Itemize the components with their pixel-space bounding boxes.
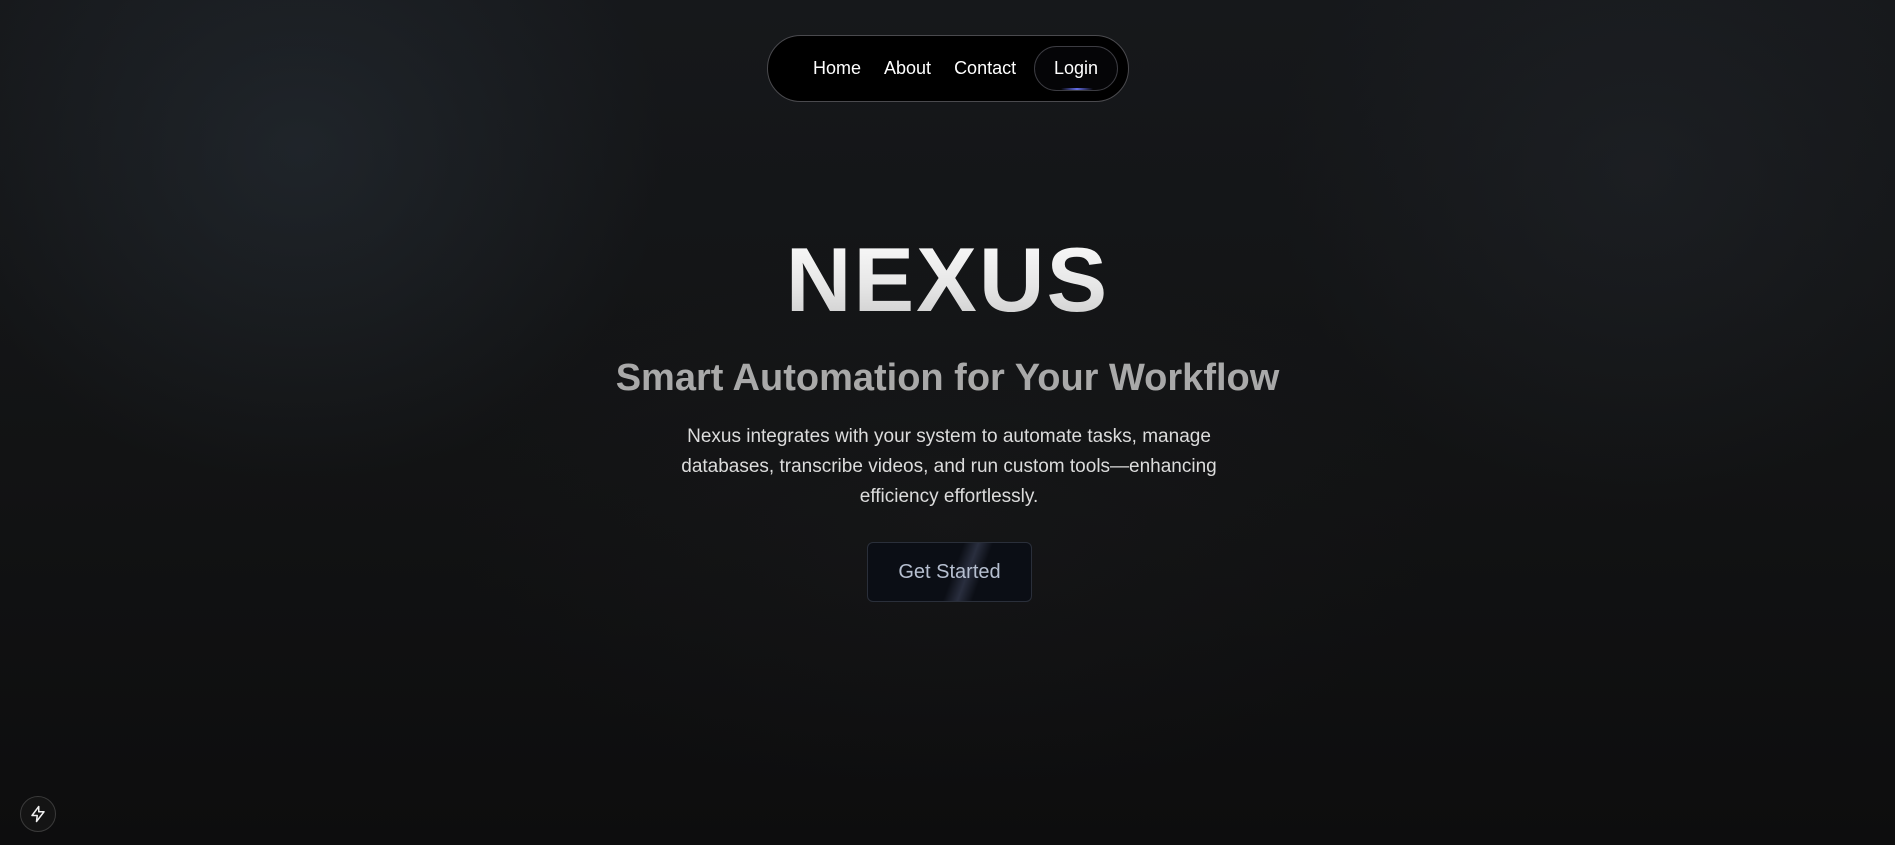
hero-title: NEXUS [0,226,1895,336]
get-started-button-label: Get Started [898,560,1001,583]
get-started-button[interactable]: Get Started [867,542,1032,602]
login-button[interactable]: Login [1034,46,1118,91]
nav-link-contact[interactable]: Contact [954,58,1016,79]
bottom-left-badge[interactable] [20,796,56,832]
nav-link-about[interactable]: About [884,58,931,79]
nav-link-home[interactable]: Home [813,58,861,79]
top-navbar: Home About Contact Login [767,35,1129,102]
login-button-glow [1061,88,1093,90]
login-button-label: Login [1053,58,1099,78]
hero-subtitle: Smart Automation for Your Workflow [615,357,1280,399]
hero-description: Nexus integrates with your system to aut… [681,426,1217,507]
lightning-bolt-icon [29,805,47,823]
